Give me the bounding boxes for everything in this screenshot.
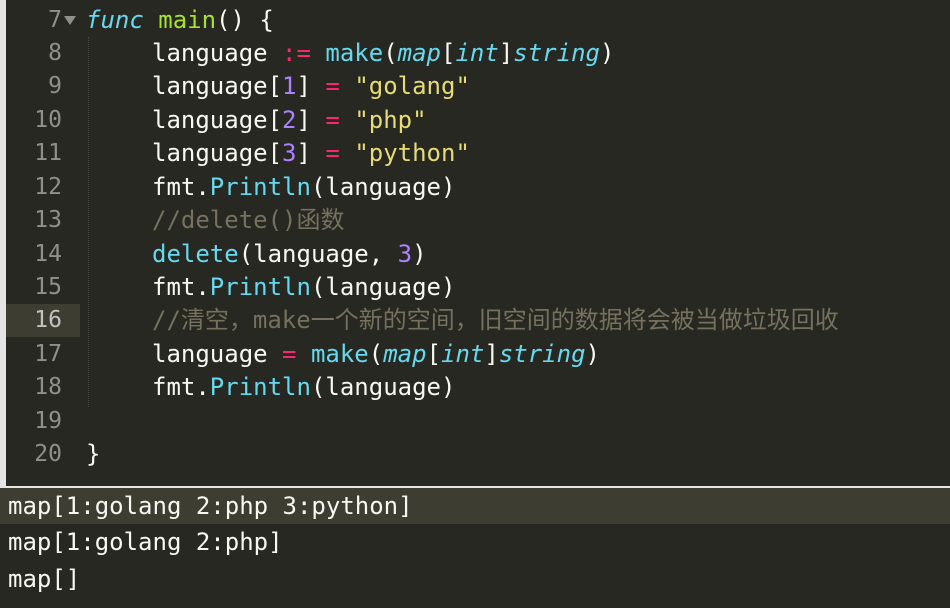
console-output-line: map[1:golang 2:php] [8, 528, 283, 556]
code-line-8[interactable]: language := make(map[int]string) [86, 37, 614, 70]
line-number: 8 [48, 40, 62, 66]
code-line-20[interactable]: } [86, 438, 100, 471]
code-line-18[interactable]: fmt.Println(language) [86, 371, 455, 404]
line-number: 11 [34, 140, 62, 166]
line-number-gutter: 7 8 9 10 11 12 13 14 15 16 17 18 19 20 [6, 0, 78, 486]
output-console[interactable]: map[1:golang 2:php 3:python] map[1:golan… [0, 486, 950, 608]
code-line-15[interactable]: fmt.Println(language) [86, 271, 455, 304]
line-number: 15 [34, 274, 62, 300]
code-line-12[interactable]: fmt.Println(language) [86, 171, 455, 204]
code-line-16[interactable]: //清空，make一个新的空间，旧空间的数据将会被当做垃圾回收 [86, 304, 839, 337]
line-number: 20 [34, 441, 62, 467]
code-line-10[interactable]: language[2] = "php" [86, 104, 427, 137]
code-line-14[interactable]: delete(language, 3) [86, 238, 427, 271]
console-output-line: map[1:golang 2:php 3:python] [0, 488, 950, 524]
line-number-active: 16 [34, 307, 62, 333]
code-line-7[interactable]: func main() { [86, 4, 274, 37]
line-number: 19 [34, 408, 62, 434]
console-output-line: map[] [8, 565, 81, 593]
line-number: 13 [34, 207, 62, 233]
line-number: 14 [34, 241, 62, 267]
code-line-17[interactable]: language = make(map[int]string) [86, 338, 600, 371]
fold-arrow-icon[interactable] [64, 16, 76, 25]
code-editor[interactable]: 7 8 9 10 11 12 13 14 15 16 17 18 19 20 f… [6, 0, 950, 486]
line-number: 7 [48, 7, 62, 33]
line-number: 18 [34, 374, 62, 400]
line-number: 9 [48, 73, 62, 99]
line-number: 12 [34, 174, 62, 200]
code-line-11[interactable]: language[3] = "python" [86, 137, 470, 170]
line-number: 10 [34, 107, 62, 133]
code-line-9[interactable]: language[1] = "golang" [86, 70, 470, 103]
line-number: 17 [34, 341, 62, 367]
code-line-13[interactable]: //delete()函数 [86, 204, 345, 237]
